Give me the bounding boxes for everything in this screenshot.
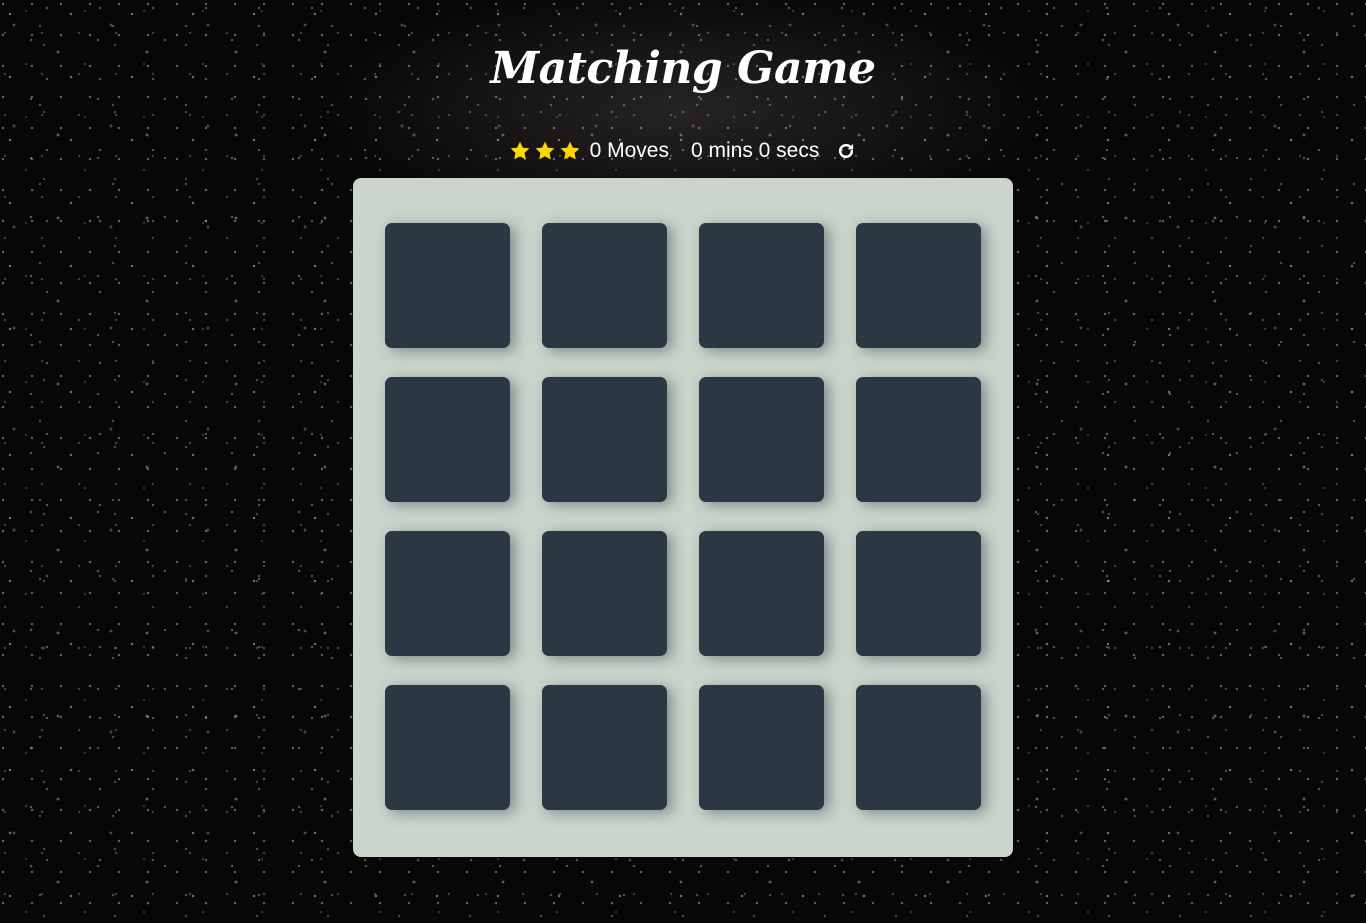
card[interactable]: [699, 223, 824, 348]
card[interactable]: [856, 223, 981, 348]
star-icon: [509, 140, 531, 162]
card[interactable]: [856, 685, 981, 810]
card[interactable]: [385, 223, 510, 348]
page-title: Matching Game: [490, 43, 876, 94]
star-icon: [534, 140, 556, 162]
score-panel: 0 Moves 0 mins 0 secs: [0, 136, 1366, 166]
card[interactable]: [385, 377, 510, 502]
restart-button[interactable]: [835, 140, 857, 162]
card-deck: [353, 178, 1013, 857]
card[interactable]: [699, 531, 824, 656]
restart-icon: [839, 143, 854, 159]
timer: 0 mins 0 secs: [690, 139, 820, 162]
star-icon: [559, 140, 581, 162]
moves-counter: 0 Moves: [589, 139, 669, 162]
card[interactable]: [699, 685, 824, 810]
card[interactable]: [856, 377, 981, 502]
card[interactable]: [542, 377, 667, 502]
card[interactable]: [699, 377, 824, 502]
card[interactable]: [542, 685, 667, 810]
card[interactable]: [385, 531, 510, 656]
card[interactable]: [542, 531, 667, 656]
card[interactable]: [856, 531, 981, 656]
card[interactable]: [385, 685, 510, 810]
star-rating: [509, 140, 584, 162]
card[interactable]: [542, 223, 667, 348]
